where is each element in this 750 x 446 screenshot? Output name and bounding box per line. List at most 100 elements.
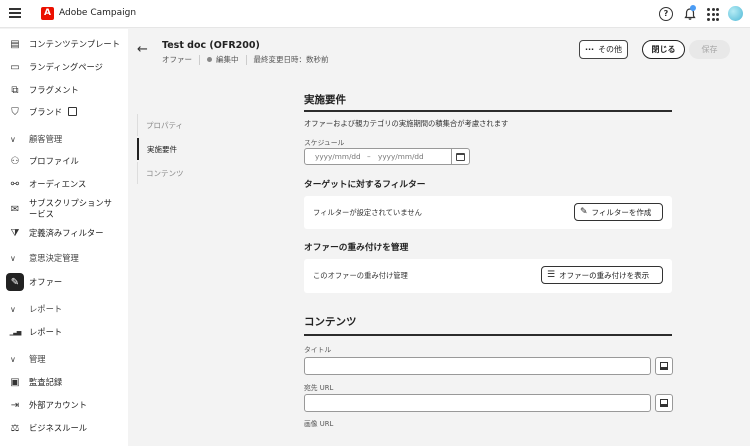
edit-filter-icon: ✎: [580, 207, 588, 217]
more-button[interactable]: ··· その他: [579, 40, 628, 59]
sidebar-item-label: オーディエンス: [29, 179, 87, 189]
section-title-content: コンテンツ: [304, 316, 357, 328]
sidebar-item-label: コンテンツテンプレート: [29, 39, 121, 49]
filter-icon: ⧩: [10, 227, 20, 239]
external-account-icon: ⇥: [10, 399, 20, 411]
chevron-down-icon: ∨: [10, 304, 16, 314]
sidebar-section-label: 管理: [29, 354, 46, 364]
nav-item-properties[interactable]: プロパティ: [137, 114, 217, 136]
sidebar-item-label: オファー: [29, 277, 63, 287]
dest-url-input[interactable]: [304, 394, 651, 412]
divider: [199, 54, 200, 65]
last-modified: 最終変更日時：数秒前: [253, 55, 329, 64]
filter-panel: フィルターが設定されていません ✎ フィルターを作成: [304, 196, 672, 229]
back-arrow-icon[interactable]: ←: [137, 42, 148, 57]
create-filter-label: フィルターを作成: [591, 207, 652, 217]
schedule-label: スケジュール: [304, 139, 345, 147]
section-title-eligibility: 実施要件: [304, 94, 346, 106]
sidebar-section-decision[interactable]: ∨ 意思決定管理: [0, 248, 128, 268]
app-name: Adobe Campaign: [59, 8, 137, 18]
date-range-dash: –: [367, 152, 371, 161]
status-dot-icon: [207, 57, 212, 62]
sidebar-item-label: 定義済みフィルター: [29, 228, 104, 238]
sidebar-item-offers[interactable]: ✎ オファー: [0, 272, 128, 292]
report-icon: ▁▃▅: [9, 328, 22, 336]
view-weight-label: オファーの重み付けを表示: [559, 270, 650, 280]
chevron-down-icon: ∨: [10, 253, 16, 263]
title-input[interactable]: [304, 357, 651, 375]
sidebar-item-reports[interactable]: ▁▃▅ レポート: [0, 322, 128, 342]
asset-picker-icon: [660, 362, 668, 370]
sidebar-section-reports[interactable]: ∨ レポート: [0, 299, 128, 319]
audience-icon: ⚯: [10, 178, 20, 190]
eligibility-description: オファーおよび親カテゴリの実施期間の積集合が考慮されます: [304, 119, 509, 128]
page-title: Test doc (OFR200): [162, 40, 260, 51]
avatar[interactable]: [728, 6, 743, 21]
divider: [304, 110, 672, 112]
more-icon: ···: [584, 45, 595, 54]
sidebar-item-audiences[interactable]: ⚯ オーディエンス: [0, 174, 128, 194]
sidebar-item-business-rules[interactable]: ⚖ ビジネスルール: [0, 418, 128, 438]
brand-icon: ⛉: [11, 106, 19, 118]
create-filter-button[interactable]: ✎ フィルターを作成: [574, 203, 663, 221]
filter-section-title: ターゲットに対するフィルター: [304, 180, 426, 190]
top-bar: A Adobe Campaign ?: [0, 0, 750, 28]
close-button[interactable]: 閉じる: [642, 40, 685, 59]
external-link-icon: [68, 107, 78, 116]
sidebar-item-predefined-filters[interactable]: ⧩ 定義済みフィルター: [0, 223, 128, 243]
sidebar-item-label: 監査記録: [29, 377, 63, 387]
dest-url-picker-button[interactable]: [655, 394, 673, 412]
sidebar-item-profiles[interactable]: ⚇ プロファイル: [0, 151, 128, 171]
object-type: オファー: [162, 55, 192, 64]
hamburger-menu-icon[interactable]: [9, 8, 21, 20]
title-picker-button[interactable]: [655, 357, 673, 375]
view-weight-button[interactable]: ☰ オファーの重み付けを表示: [541, 266, 663, 284]
calendar-icon: [456, 152, 465, 161]
nav-item-eligibility[interactable]: 実施要件: [137, 138, 217, 160]
sidebar-item-landing-pages[interactable]: ▭ ランディングページ: [0, 57, 128, 77]
weight-text: このオファーの重み付け管理: [313, 271, 408, 280]
profile-icon: ⚇: [10, 155, 20, 167]
fragment-icon: ⧉: [11, 84, 19, 96]
schedule-date-range[interactable]: yyyy/mm/dd – yyyy/mm/dd: [304, 148, 470, 165]
business-rule-icon: ⚖: [10, 422, 20, 434]
template-icon: ▤: [10, 38, 20, 50]
sidebar-item-label: レポート: [29, 327, 63, 337]
list-icon: ☰: [547, 270, 556, 280]
sidebar-section-label: 顧客管理: [29, 134, 63, 144]
landing-page-icon: ▭: [10, 61, 20, 73]
sidebar-section-admin[interactable]: ∨ 管理: [0, 349, 128, 369]
nav-item-content[interactable]: コンテンツ: [137, 162, 217, 184]
app-switcher-icon[interactable]: [707, 8, 719, 22]
sidebar-item-content-templates[interactable]: ▤ コンテンツテンプレート: [0, 34, 128, 54]
filter-status-text: フィルターが設定されていません: [313, 208, 422, 217]
sidebar-item-label: フラグメント: [29, 85, 79, 95]
sidebar-item-brands[interactable]: ⛉ ブランド: [0, 102, 128, 122]
start-date-input[interactable]: yyyy/mm/dd: [315, 152, 361, 161]
status-badge: 編集中: [216, 55, 239, 64]
weight-panel: このオファーの重み付け管理 ☰ オファーの重み付けを表示: [304, 259, 672, 293]
sidebar-item-audit[interactable]: ▣ 監査記録: [0, 372, 128, 392]
sidebar-item-fragments[interactable]: ⧉ フラグメント: [0, 80, 128, 100]
asset-picker-icon: [660, 399, 668, 407]
sidebar-item-label: 外部アカウント: [29, 400, 88, 410]
page-meta: オファー 編集中 最終変更日時：数秒前: [162, 54, 329, 65]
help-icon[interactable]: ?: [659, 7, 673, 21]
end-date-input[interactable]: yyyy/mm/dd: [378, 152, 424, 161]
image-url-label: 画像 URL: [304, 420, 334, 428]
weight-section-title: オファーの重み付けを管理: [304, 243, 409, 253]
calendar-button[interactable]: [451, 149, 469, 164]
sidebar-item-label: ブランド: [29, 106, 78, 118]
divider: [245, 54, 247, 65]
audit-icon: ▣: [10, 376, 20, 388]
chevron-down-icon: ∨: [10, 134, 16, 144]
sidebar-section-customer[interactable]: ∨ 顧客管理: [0, 129, 128, 149]
more-button-label: その他: [598, 45, 623, 54]
sidebar-item-label: プロファイル: [29, 156, 79, 166]
sidebar-item-label: サブスクリプションサ ービス: [29, 198, 112, 219]
sidebar-item-label: ビジネスルール: [29, 423, 88, 433]
sidebar-item-external-accounts[interactable]: ⇥ 外部アカウント: [0, 395, 128, 415]
notification-badge: [690, 5, 696, 11]
save-button[interactable]: 保存: [689, 40, 730, 59]
sidebar-item-subscription-services[interactable]: ✉ サブスクリプションサ ービス: [0, 197, 128, 221]
